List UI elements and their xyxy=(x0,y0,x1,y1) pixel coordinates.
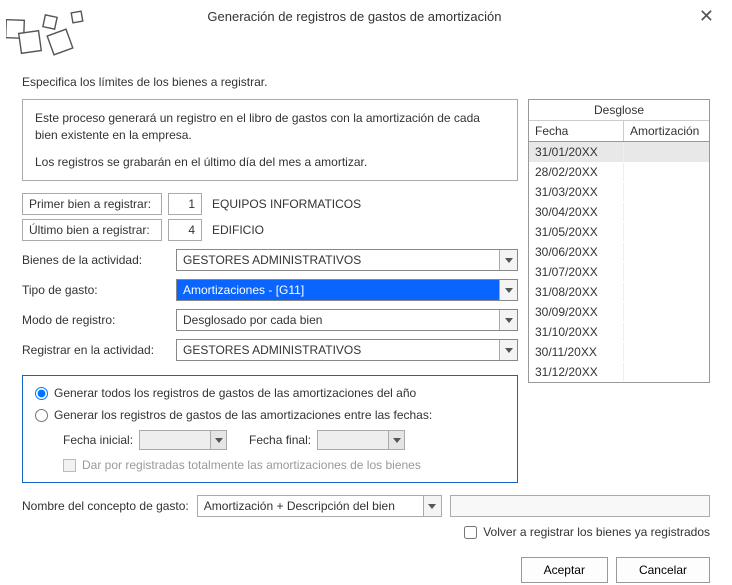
table-row[interactable]: 30/11/20XX xyxy=(529,342,709,362)
radio-generar-entre-fechas-label: Generar los registros de gastos de las a… xyxy=(54,408,432,422)
modo-registro-select[interactable]: Desglosado por cada bien xyxy=(176,309,518,331)
table-row[interactable]: 31/07/20XX xyxy=(529,262,709,282)
cell-amortizacion xyxy=(624,150,709,154)
volver-registrar-option[interactable]: Volver a registrar los bienes ya registr… xyxy=(464,525,710,539)
chevron-down-icon[interactable] xyxy=(499,250,517,270)
volver-registrar-label: Volver a registrar los bienes ya registr… xyxy=(483,525,710,539)
primer-bien-name: EQUIPOS INFORMATICOS xyxy=(208,194,365,214)
table-row[interactable]: 31/08/20XX xyxy=(529,282,709,302)
ultimo-bien-name: EDIFICIO xyxy=(208,220,268,240)
explain-line1: Este proceso generará un registro en el … xyxy=(35,110,505,144)
primer-bien-label: Primer bien a registrar: xyxy=(22,193,162,215)
fecha-final-label: Fecha final: xyxy=(249,433,311,447)
radio-generar-todos[interactable] xyxy=(35,387,48,400)
cell-fecha: 31/05/20XX xyxy=(529,223,624,241)
ultimo-bien-label: Último bien a registrar: xyxy=(22,219,162,241)
desglose-col-amortizacion: Amortización xyxy=(624,121,709,141)
cell-fecha: 30/06/20XX xyxy=(529,243,624,261)
modo-registro-label: Modo de registro: xyxy=(22,313,170,327)
modo-registro-value: Desglosado por cada bien xyxy=(177,310,499,330)
table-row[interactable]: 31/10/20XX xyxy=(529,322,709,342)
cell-amortizacion xyxy=(624,210,709,214)
cell-amortizacion xyxy=(624,330,709,334)
chevron-down-icon[interactable] xyxy=(388,431,404,449)
checkbox-dar-registradas-label: Dar por registradas totalmente las amort… xyxy=(82,458,421,472)
ultimo-bien-number[interactable]: 4 xyxy=(168,219,202,241)
cell-amortizacion xyxy=(624,310,709,314)
radio-generar-todos-label: Generar todos los registros de gastos de… xyxy=(54,386,416,400)
cell-amortizacion xyxy=(624,170,709,174)
explanation-box: Este proceso generará un registro en el … xyxy=(22,99,518,181)
table-row[interactable]: 31/05/20XX xyxy=(529,222,709,242)
registrar-actividad-value: GESTORES ADMINISTRATIVOS xyxy=(177,340,499,360)
table-row[interactable]: 30/06/20XX xyxy=(529,242,709,262)
cell-fecha: 31/03/20XX xyxy=(529,183,624,201)
checkbox-dar-registradas xyxy=(63,459,76,472)
cell-fecha: 31/08/20XX xyxy=(529,283,624,301)
cell-fecha: 30/04/20XX xyxy=(529,203,624,221)
tipo-gasto-select[interactable]: Amortizaciones - [G11] xyxy=(176,279,518,301)
table-row[interactable]: 31/03/20XX xyxy=(529,182,709,202)
bienes-actividad-select[interactable]: GESTORES ADMINISTRATIVOS xyxy=(176,249,518,271)
cell-fecha: 30/09/20XX xyxy=(529,303,624,321)
radio-generar-entre-fechas[interactable] xyxy=(35,409,48,422)
fecha-inicial-label: Fecha inicial: xyxy=(63,433,133,447)
cell-fecha: 28/02/20XX xyxy=(529,163,624,181)
chevron-down-icon[interactable] xyxy=(423,496,441,516)
cell-fecha: 30/11/20XX xyxy=(529,343,624,361)
cell-amortizacion xyxy=(624,250,709,254)
close-icon[interactable]: ✕ xyxy=(695,6,718,27)
primer-bien-number[interactable]: 1 xyxy=(168,193,202,215)
tipo-gasto-label: Tipo de gasto: xyxy=(22,283,170,297)
dialog-title: Generación de registros de gastos de amo… xyxy=(14,9,695,24)
cell-amortizacion xyxy=(624,270,709,274)
table-row[interactable]: 31/01/20XX xyxy=(529,142,709,162)
table-row[interactable]: 30/09/20XX xyxy=(529,302,709,322)
explain-line2: Los registros se grabarán en el último d… xyxy=(35,154,505,171)
cell-amortizacion xyxy=(624,290,709,294)
cell-amortizacion xyxy=(624,350,709,354)
bienes-actividad-label: Bienes de la actividad: xyxy=(22,253,170,267)
cell-fecha: 31/10/20XX xyxy=(529,323,624,341)
desglose-col-fecha: Fecha xyxy=(529,121,624,141)
fecha-inicial-select[interactable] xyxy=(139,430,227,450)
concepto-text-input[interactable] xyxy=(450,495,710,517)
table-row[interactable]: 30/04/20XX xyxy=(529,202,709,222)
chevron-down-icon[interactable] xyxy=(499,280,517,300)
concepto-label: Nombre del concepto de gasto: xyxy=(22,499,189,513)
table-row[interactable]: 31/12/20XX xyxy=(529,362,709,382)
registrar-actividad-select[interactable]: GESTORES ADMINISTRATIVOS xyxy=(176,339,518,361)
cell-amortizacion xyxy=(624,230,709,234)
cell-fecha: 31/12/20XX xyxy=(529,363,624,381)
aceptar-button[interactable]: Aceptar xyxy=(521,557,608,583)
cancelar-button[interactable]: Cancelar xyxy=(616,557,710,583)
fecha-final-select[interactable] xyxy=(317,430,405,450)
bienes-actividad-value: GESTORES ADMINISTRATIVOS xyxy=(177,250,499,270)
fecha-final-value xyxy=(318,431,388,449)
chevron-down-icon[interactable] xyxy=(210,431,226,449)
cell-amortizacion xyxy=(624,370,709,374)
tipo-gasto-value: Amortizaciones - [G11] xyxy=(177,280,499,300)
cell-fecha: 31/01/20XX xyxy=(529,143,624,161)
desglose-title: Desglose xyxy=(529,100,709,121)
desglose-table: Desglose Fecha Amortización 31/01/20XX 28… xyxy=(528,99,710,383)
chevron-down-icon[interactable] xyxy=(499,340,517,360)
cell-amortizacion xyxy=(624,190,709,194)
generation-options-box: Generar todos los registros de gastos de… xyxy=(22,375,518,483)
subtitle-label: Especifica los límites de los bienes a r… xyxy=(22,75,710,89)
concepto-select[interactable]: Amortización + Descripción del bien xyxy=(197,495,442,517)
registrar-actividad-label: Registrar en la actividad: xyxy=(22,343,170,357)
chevron-down-icon[interactable] xyxy=(499,310,517,330)
table-row[interactable]: 28/02/20XX xyxy=(529,162,709,182)
concepto-value: Amortización + Descripción del bien xyxy=(198,496,423,516)
cell-fecha: 31/07/20XX xyxy=(529,263,624,281)
fecha-inicial-value xyxy=(140,431,210,449)
volver-registrar-checkbox[interactable] xyxy=(464,526,477,539)
